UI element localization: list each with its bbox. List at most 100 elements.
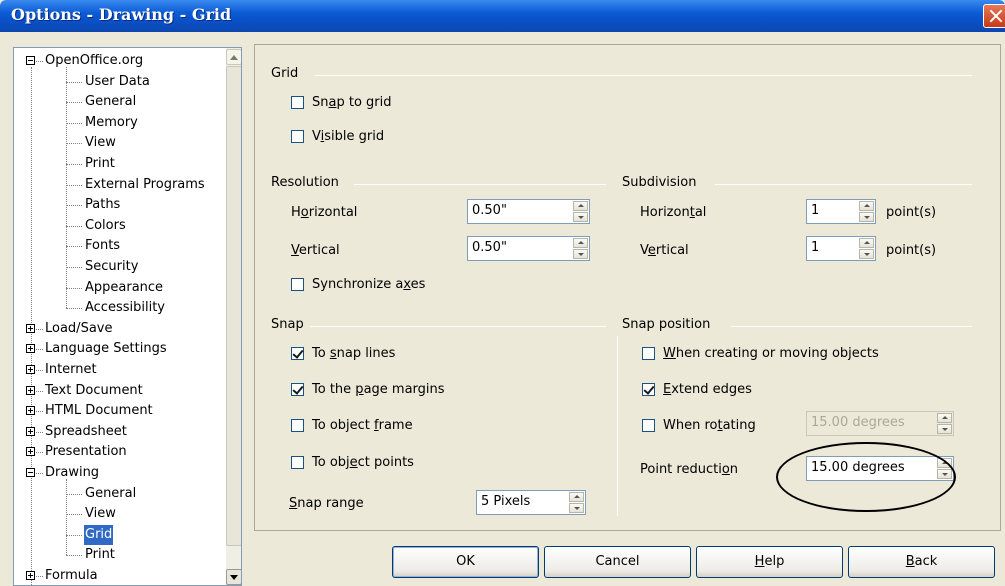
checkbox-icon[interactable]	[291, 278, 304, 291]
spin-down-icon[interactable]	[573, 212, 588, 222]
grid-group-title: Grid	[271, 66, 299, 81]
tree-item-label: Grid	[84, 524, 114, 545]
scroll-up-icon[interactable]	[226, 49, 241, 65]
tree-item[interactable]: Drawing	[44, 463, 100, 483]
tree-connector	[66, 287, 82, 289]
checkbox-icon[interactable]	[291, 456, 304, 469]
expand-plus-icon[interactable]	[26, 571, 35, 580]
tree-item[interactable]: View	[84, 504, 117, 524]
subdivision-group-title: Subdivision	[622, 175, 697, 190]
subdivision-horizontal-field[interactable]: 1	[806, 199, 876, 224]
tree-item[interactable]: External Programs	[84, 175, 206, 195]
checkbox-icon[interactable]	[291, 383, 304, 396]
checkbox-icon[interactable]	[291, 419, 304, 432]
tree-item[interactable]: Memory	[84, 113, 139, 133]
tree-item-label: Paths	[85, 197, 121, 213]
subdivision-vertical-unit: point(s)	[886, 243, 937, 258]
scroll-thumb[interactable]	[226, 66, 241, 546]
ok-button[interactable]: OK	[392, 546, 539, 578]
resolution-group-title: Resolution	[271, 175, 339, 190]
spin-down-icon[interactable]	[569, 503, 584, 513]
expand-plus-icon[interactable]	[26, 426, 35, 436]
checkbox-icon[interactable]	[291, 96, 304, 109]
collapse-minus-icon[interactable]	[26, 56, 35, 65]
tree-scrollbar[interactable]	[226, 48, 241, 585]
back-button[interactable]: Back	[848, 546, 995, 578]
spin-up-icon[interactable]	[573, 201, 588, 211]
tree-item[interactable]: Text Document	[44, 381, 144, 401]
subdivision-horizontal-unit: point(s)	[886, 205, 937, 220]
subdivision-group-line	[715, 184, 972, 185]
tree-item-label: Appearance	[85, 279, 164, 295]
subdivision-vertical-label: Vertical	[640, 243, 689, 258]
scroll-down-icon[interactable]	[226, 569, 241, 585]
checkbox-icon[interactable]	[642, 419, 655, 432]
tree-connector	[66, 122, 82, 124]
resolution-horizontal-field[interactable]: 0.50"	[467, 199, 590, 224]
tree-item[interactable]: Internet	[44, 360, 98, 380]
tree-item[interactable]: Paths	[84, 195, 121, 215]
tree-item-label: Drawing	[45, 465, 100, 480]
tree-item[interactable]: Fonts	[84, 236, 121, 256]
tree-item[interactable]: Print	[84, 545, 116, 565]
tree-item[interactable]: User Data	[84, 72, 151, 92]
tree-item-label: View	[85, 135, 116, 151]
highlight-ellipse	[776, 442, 956, 512]
expand-plus-icon[interactable]	[26, 323, 35, 333]
collapse-minus-icon[interactable]	[26, 468, 35, 477]
tree-item[interactable]: View	[84, 133, 117, 153]
tree-item[interactable]: Grid	[84, 524, 114, 545]
expand-plus-icon[interactable]	[26, 406, 35, 416]
tree-item[interactable]: General	[84, 92, 137, 112]
tree-item[interactable]: Colors	[84, 216, 127, 236]
spin-up-icon[interactable]	[859, 201, 874, 211]
expand-plus-icon[interactable]	[26, 344, 35, 354]
tree-item[interactable]: Formula	[44, 566, 99, 585]
tree-connector	[66, 225, 82, 227]
tree-connector	[66, 534, 82, 536]
window-title: Options - Drawing - Grid	[11, 5, 232, 24]
tree-item-label: OpenOffice.org	[45, 53, 144, 68]
tree-item-label: External Programs	[85, 176, 205, 192]
tree-connector	[36, 411, 43, 413]
tree-connector	[66, 102, 82, 104]
tree-connector	[66, 267, 82, 268]
spin-down-icon[interactable]	[859, 249, 874, 259]
spin-down-icon[interactable]	[859, 212, 874, 222]
tree-connector	[36, 328, 43, 330]
checkbox-icon[interactable]	[642, 383, 655, 396]
spin-down-icon[interactable]	[573, 249, 588, 259]
tree-item[interactable]: Language Settings	[44, 339, 168, 359]
checkbox-icon[interactable]	[291, 130, 304, 143]
tree-item[interactable]: Load/Save	[44, 319, 113, 339]
spin-up-icon[interactable]	[569, 492, 584, 502]
snap-position-group-line	[731, 326, 972, 327]
tree-item[interactable]: Spreadsheet	[44, 422, 128, 442]
spin-up-icon[interactable]	[573, 238, 588, 248]
checkbox-icon[interactable]	[642, 347, 655, 360]
tree-item[interactable]: OpenOffice.org	[44, 51, 144, 71]
help-button[interactable]: Help	[696, 546, 843, 578]
subdivision-vertical-field[interactable]: 1	[806, 236, 876, 261]
tree-item[interactable]: Accessibility	[84, 298, 166, 318]
snap-range-field[interactable]: 5 Pixels	[476, 490, 586, 515]
resolution-vertical-field[interactable]: 0.50"	[467, 236, 590, 261]
tree-item[interactable]: General	[84, 484, 137, 504]
subdivision-horizontal-label: Horizontal	[640, 205, 707, 220]
tree-item[interactable]: Appearance	[84, 278, 164, 298]
tree-item[interactable]: Presentation	[44, 442, 128, 462]
checkbox-icon[interactable]	[291, 347, 304, 360]
tree-item-label: Internet	[45, 362, 97, 377]
tree-item-label: Load/Save	[45, 320, 113, 336]
tree-item-label: General	[85, 94, 137, 110]
options-tree[interactable]: OpenOffice.org User Data General Memory View…	[13, 47, 242, 586]
close-icon[interactable]	[983, 4, 1005, 28]
spin-up-icon[interactable]	[859, 238, 874, 248]
cancel-button[interactable]: Cancel	[544, 546, 691, 578]
tree-item[interactable]: Print	[84, 154, 116, 174]
expand-plus-icon[interactable]	[26, 365, 35, 374]
tree-item[interactable]: Security	[84, 257, 139, 277]
expand-plus-icon[interactable]	[26, 447, 35, 457]
tree-item[interactable]: HTML Document	[44, 401, 154, 421]
expand-plus-icon[interactable]	[26, 385, 35, 395]
